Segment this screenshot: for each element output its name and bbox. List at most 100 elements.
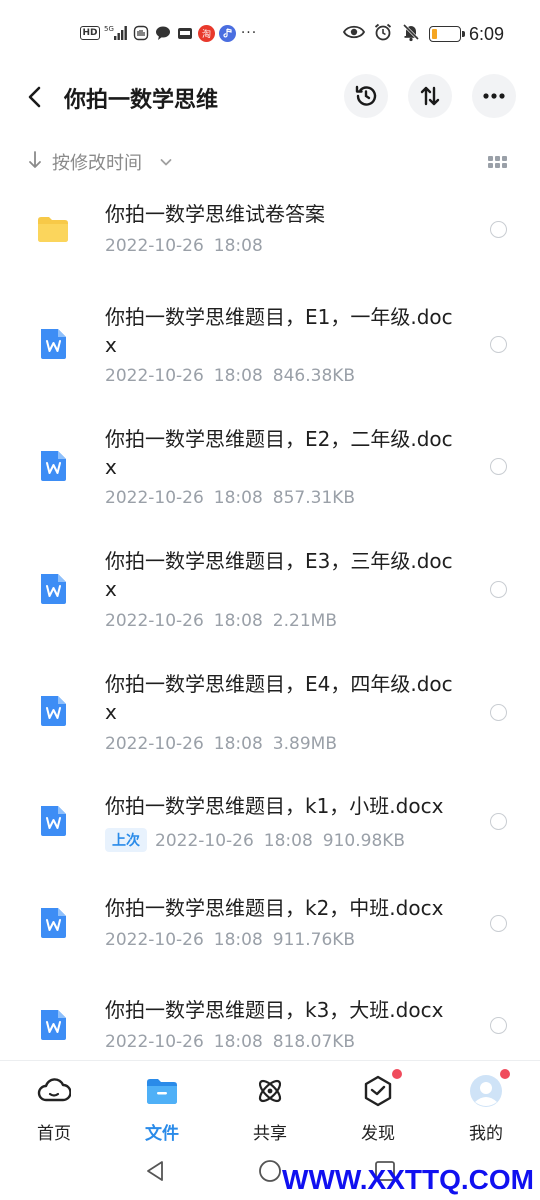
avatar-icon (468, 1069, 510, 1109)
status-icons-right: 6:09 (342, 22, 504, 46)
file-size: 910.98KB (322, 831, 406, 851)
file-list: 你拍一数学思维试卷答案 2022-10-26 18:08 你拍一数学思维题目，E1，一… (0, 182, 540, 1058)
nav-label: 我的 (469, 1124, 503, 1144)
select-checkbox[interactable] (490, 458, 507, 475)
file-meta: 2022-10-26 18:08 911.76KB (105, 930, 355, 950)
select-checkbox[interactable] (490, 704, 507, 721)
sort-button[interactable] (408, 74, 452, 118)
nav-item-share[interactable]: 共享 (230, 1073, 310, 1147)
watermark-text: WWW.XXTTQ.COM (282, 1164, 534, 1195)
select-checkbox[interactable] (490, 915, 507, 932)
file-time: 18:08 (213, 734, 263, 754)
share-atom-icon (252, 1073, 288, 1109)
file-list-item[interactable]: 你拍一数学思维题目，k2，中班.docx 2022-10-26 18:08 911.7… (0, 890, 540, 974)
file-name: 你拍一数学思维题目，k1，小班.docx (105, 794, 444, 818)
nav-label: 共享 (253, 1124, 287, 1144)
last-opened-badge: 上次 (105, 828, 147, 852)
nav-item-home[interactable]: 首页 (14, 1073, 94, 1147)
status-icons-left: HD 5G 淘 ··· (80, 24, 258, 42)
file-meta: 2022-10-26 18:08 2.21MB (105, 611, 337, 631)
file-list-item[interactable]: 你拍一数学思维题目，E1，一年级.docx 2022-10-26 18:08 846.… (0, 298, 540, 408)
file-date: 2022-10-26 (105, 734, 204, 754)
file-size: 846.38KB (272, 366, 356, 386)
signal-icon: 5G (104, 24, 128, 42)
select-checkbox[interactable] (490, 1017, 507, 1034)
file-name: 你拍一数学思维题目，k3，大班.docx (105, 998, 444, 1022)
file-meta: 2022-10-26 18:08 857.31KB (105, 488, 355, 508)
bottom-nav: 首页 文件 共享 发现 我的 (0, 1060, 540, 1146)
back-button[interactable] (20, 80, 50, 114)
file-time: 18:08 (263, 831, 313, 851)
file-list-item[interactable]: 你拍一数学思维题目，E3，三年级.docx 2022-10-26 18:08 2.21… (0, 542, 540, 652)
sort-label[interactable]: 按修改时间 (52, 149, 142, 175)
file-name: 你拍一数学思维题目，E1，一年级.docx (105, 305, 453, 357)
file-list-item[interactable]: 你拍一数学思维题目，k1，小班.docx 上次 2022-10-26 18:08 910… (0, 787, 540, 871)
file-name: 你拍一数学思维题目，E4，四年级.docx (105, 672, 453, 724)
more-dots-icon (483, 93, 505, 99)
file-time: 18:08 (213, 930, 263, 950)
nav-label: 首页 (37, 1124, 71, 1144)
file-time: 18:08 (213, 366, 263, 386)
folder-icon (38, 217, 68, 242)
nav-home-circle-icon[interactable] (257, 1158, 283, 1184)
word-doc-icon (41, 806, 66, 836)
chat-bubble-icon (154, 24, 172, 42)
file-date: 2022-10-26 (155, 831, 254, 851)
sort-arrows-icon (420, 86, 440, 106)
file-date: 2022-10-26 (105, 488, 204, 508)
sort-row: 按修改时间 (0, 146, 540, 178)
more-notifications-icon: ··· (240, 25, 258, 41)
file-size: 2.21MB (272, 611, 337, 631)
status-time: 6:09 (468, 23, 504, 44)
mall-app-icon (176, 24, 194, 42)
battery-level (431, 29, 438, 39)
taobao-app-icon: 淘 (198, 24, 215, 42)
file-list-item[interactable]: 你拍一数学思维题目，E2，二年级.docx 2022-10-26 18:08 857.… (0, 420, 540, 530)
more-button[interactable] (472, 74, 516, 118)
word-doc-icon (41, 1010, 66, 1040)
select-checkbox[interactable] (490, 581, 507, 598)
select-checkbox[interactable] (490, 813, 507, 830)
word-doc-icon (41, 574, 66, 604)
file-date: 2022-10-26 (105, 930, 204, 950)
music-app-icon (219, 24, 236, 42)
file-list-item[interactable]: 你拍一数学思维题目，E4，四年级.docx 2022-10-26 18:08 3.89… (0, 665, 540, 775)
history-button[interactable] (344, 74, 388, 118)
word-doc-icon (41, 696, 66, 726)
nav-back-triangle-icon[interactable] (142, 1158, 168, 1184)
file-date: 2022-10-26 (105, 236, 204, 256)
file-name: 你拍一数学思维题目，E2，二年级.docx (105, 427, 453, 479)
file-name: 你拍一数学思维题目，E3，三年级.docx (105, 549, 453, 601)
file-time: 18:08 (213, 611, 263, 631)
page-title: 你拍一数学思维 (64, 88, 219, 113)
hand-app-icon (132, 24, 150, 42)
file-size: 818.07KB (272, 1032, 356, 1052)
nav-item-discover[interactable]: 发现 (338, 1069, 418, 1147)
svg-text:5G: 5G (104, 25, 114, 33)
file-list-item[interactable]: 你拍一数学思维题目，k3，大班.docx 2022-10-26 18:08 818.0… (0, 992, 540, 1058)
file-meta: 2022-10-26 18:08 3.89MB (105, 734, 337, 754)
back-arrow-icon (28, 86, 41, 108)
grid-view-icon[interactable] (486, 152, 508, 172)
file-date: 2022-10-26 (105, 366, 204, 386)
file-list-item[interactable]: 你拍一数学思维试卷答案 2022-10-26 18:08 (0, 182, 540, 266)
file-time: 18:08 (213, 236, 263, 256)
discover-cube-icon (360, 1069, 402, 1109)
notification-dot (500, 1069, 510, 1079)
nav-item-mine[interactable]: 我的 (446, 1069, 526, 1147)
folder-icon (144, 1073, 180, 1109)
file-name: 你拍一数学思维题目，k2，中班.docx (105, 896, 444, 920)
nav-item-files[interactable]: 文件 (122, 1073, 202, 1147)
file-size: 857.31KB (272, 488, 356, 508)
mute-bell-icon (401, 22, 421, 46)
hd-icon: HD (80, 26, 100, 40)
nav-label: 发现 (361, 1124, 395, 1144)
file-meta: 上次 2022-10-26 18:08 910.98KB (105, 828, 405, 852)
sort-direction-icon[interactable] (28, 150, 42, 175)
select-checkbox[interactable] (490, 221, 507, 238)
chevron-down-icon[interactable] (160, 152, 172, 171)
file-meta: 2022-10-26 18:08 (105, 236, 263, 256)
word-doc-icon (41, 451, 66, 481)
select-checkbox[interactable] (490, 336, 507, 353)
file-meta: 2022-10-26 18:08 818.07KB (105, 1032, 355, 1052)
